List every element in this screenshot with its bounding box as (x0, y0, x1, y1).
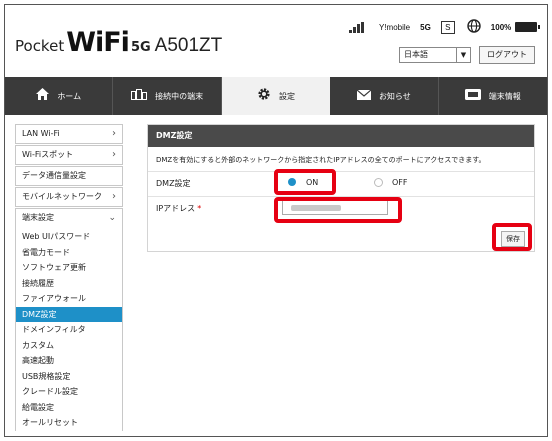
language-selected: 日本語 (404, 50, 428, 59)
dmz-off-radio[interactable] (374, 178, 383, 187)
sidebar-subitem-webui-password[interactable]: Web UIパスワード (16, 229, 122, 245)
sidebar-subitem-usb-standard[interactable]: USB規格設定 (16, 369, 122, 385)
sidebar-subitem-custom[interactable]: カスタム (16, 338, 122, 354)
device-info-icon (464, 88, 481, 104)
mail-icon (356, 89, 372, 104)
sidebar-item-data-usage[interactable]: データ通信量設定 (15, 166, 123, 186)
nav-home-label: ホーム (57, 91, 82, 101)
sidebar-item-mobile-network[interactable]: モバイルネットワーク › (15, 187, 123, 207)
panel-title: DMZ設定 (148, 125, 534, 147)
chevron-right-icon: › (112, 191, 116, 202)
dmz-panel: DMZ設定 DMZを有効にすると外部のネットワークから指定されたIPアドレスの全… (147, 124, 535, 252)
status-bar: Y!mobile 5G S 100% (349, 19, 541, 35)
main-nav: ホーム 接続中の端末 設定 お知らせ 端末情報 (5, 77, 547, 115)
highlight-save-button (492, 223, 532, 251)
sim-indicator: S (440, 20, 455, 34)
required-mark: * (197, 204, 202, 213)
router-web-ui: Pocket WiFi 5G A501ZT Y!mobile 5G S 100%… (4, 4, 548, 437)
language-select[interactable]: 日本語 ▼ (399, 47, 471, 63)
brand-part3: 5G (130, 40, 151, 55)
highlight-ip-input (274, 197, 402, 223)
devices-icon (131, 88, 148, 104)
brand-part1: Pocket (15, 37, 65, 55)
sidebar-subitem-power-supply[interactable]: 給電設定 (16, 400, 122, 416)
signal-icon (349, 21, 369, 33)
nav-devices-label: 接続中の端末 (155, 91, 204, 101)
sidebar-subitem-cradle[interactable]: クレードル設定 (16, 384, 122, 400)
sidebar-item-label: データ通信量設定 (22, 171, 86, 180)
sidebar-item-label: モバイルネットワーク (22, 192, 102, 201)
gear-icon (257, 87, 271, 105)
chevron-right-icon: › (112, 149, 116, 160)
sidebar-subitem-domain-filter[interactable]: ドメインフィルタ (16, 322, 122, 338)
sidebar-group-device-settings: 端末設定 ⌄ Web UIパスワード 省電力モード ソフトウェア更新 接続履歴 … (15, 208, 123, 431)
sidebar-group-label: 端末設定 (22, 213, 54, 222)
logout-button[interactable]: ログアウト (479, 46, 535, 64)
sidebar-subitem-fast-boot[interactable]: 高速起動 (16, 353, 122, 369)
ip-label-text: IPアドレス (156, 204, 196, 213)
sidebar-subitem-factory-reset[interactable]: オールリセット (16, 415, 122, 431)
header: Pocket WiFi 5G A501ZT Y!mobile 5G S 100%… (5, 5, 547, 77)
sidebar-subitem-connection-history[interactable]: 接続履歴 (16, 276, 122, 292)
dmz-label: DMZ設定 (156, 179, 191, 188)
nav-device-info[interactable]: 端末情報 (439, 77, 547, 115)
sidebar-item-label: LAN Wi-Fi (22, 129, 60, 138)
model-name: A501ZT (154, 35, 223, 56)
nav-home[interactable]: ホーム (5, 77, 114, 115)
sidebar-item-lan-wifi[interactable]: LAN Wi-Fi › (15, 124, 123, 144)
sidebar-item-wifi-spot[interactable]: Wi-Fiスポット › (15, 145, 123, 165)
sidebar-subitem-power-saving[interactable]: 省電力モード (16, 245, 122, 261)
chevron-down-icon: ▼ (456, 48, 470, 62)
chevron-down-icon: ⌄ (108, 213, 116, 223)
nav-news-label: お知らせ (378, 91, 411, 101)
ip-address-label: IPアドレス * (156, 203, 201, 214)
brand-logo: Pocket WiFi 5G A501ZT (15, 27, 222, 58)
nav-device-info-label: 端末情報 (488, 91, 521, 101)
battery-icon (515, 22, 541, 32)
sidebar-subitem-dmz[interactable]: DMZ設定 (16, 306, 122, 322)
highlight-on-radio (274, 169, 336, 195)
carrier-name: Y!mobile (379, 22, 411, 32)
brand-part2: WiFi (66, 27, 130, 58)
sidebar-subitem-firewall[interactable]: ファイアウォール (16, 291, 122, 307)
nav-news[interactable]: お知らせ (330, 77, 439, 115)
home-icon (36, 88, 50, 104)
globe-icon (467, 19, 481, 35)
network-type: 5G (420, 22, 431, 32)
nav-settings[interactable]: 設定 (221, 77, 331, 115)
chevron-right-icon: › (112, 128, 116, 139)
panel-description: DMZを有効にすると外部のネットワークから指定されたIPアドレスの全てのポートに… (156, 156, 486, 164)
sidebar: LAN Wi-Fi › Wi-Fiスポット › データ通信量設定 モバイルネット… (15, 124, 123, 431)
battery-percent: 100% (490, 22, 512, 32)
sidebar-item-label: Wi-Fiスポット (22, 150, 74, 159)
sidebar-group-header[interactable]: 端末設定 ⌄ (16, 209, 122, 229)
sidebar-subitem-software-update[interactable]: ソフトウェア更新 (16, 260, 122, 276)
dmz-off-label[interactable]: OFF (392, 178, 408, 187)
nav-connected-devices[interactable]: 接続中の端末 (113, 77, 222, 115)
dmz-toggle-row: DMZ設定 ON OFF (148, 171, 534, 193)
nav-settings-label: 設定 (278, 91, 295, 101)
